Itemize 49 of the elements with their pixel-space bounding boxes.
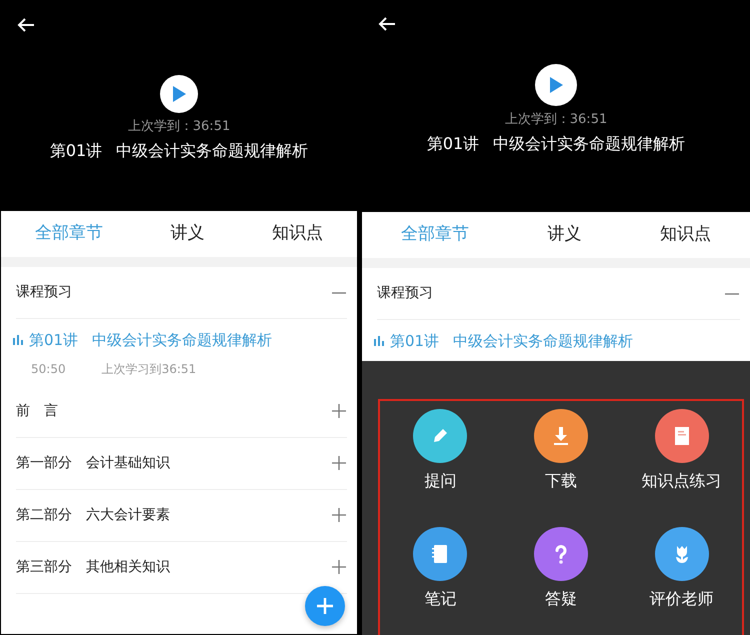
menu-label: 笔记 — [424, 588, 456, 610]
section-title: 其他相关知识 — [86, 558, 170, 576]
tab[interactable]: 讲义 — [160, 217, 214, 251]
menu-item[interactable]: 评价老师 — [621, 526, 742, 610]
expand-icon[interactable] — [331, 559, 347, 575]
section-number: 第一部分 — [16, 454, 72, 472]
plus-icon — [316, 597, 334, 615]
menu-label: 评价老师 — [650, 588, 714, 610]
menu-label: 答疑 — [544, 588, 577, 610]
lesson-title: 中级会计实务命题规律解析 — [92, 330, 272, 351]
menu-item[interactable]: 提问 — [380, 408, 501, 492]
tab[interactable]: 知识点 — [650, 218, 721, 252]
play-icon — [548, 76, 564, 94]
menu-item[interactable]: 答疑 — [500, 526, 622, 610]
menu-item[interactable]: 下载 — [500, 408, 622, 492]
add-button[interactable] — [305, 586, 345, 626]
section-title: 会计基础知识 — [86, 454, 170, 472]
menu-label: 提问 — [424, 470, 456, 492]
menu-label: 下载 — [544, 470, 577, 492]
lesson-title: 中级会计实务命题规律解析 — [453, 331, 634, 352]
back-icon[interactable] — [378, 16, 396, 32]
tab[interactable]: 讲义 — [537, 218, 592, 252]
section-title: 六大会计要素 — [86, 506, 170, 524]
back-icon[interactable] — [17, 17, 35, 33]
menu-item[interactable]: 笔记 — [380, 526, 501, 610]
last-studied-time: 上次学习到36:51 — [102, 360, 196, 378]
play-icon — [171, 85, 187, 103]
section-title: 课程预习 — [16, 283, 72, 302]
section-title: 课程预习 — [377, 284, 433, 303]
play-button[interactable] — [535, 64, 577, 106]
section-number: 第三部分 — [16, 558, 72, 576]
menu-label: 知识点练习 — [642, 470, 722, 492]
lesson-title: 中级会计实务命题规律解析 — [493, 134, 686, 154]
tab[interactable]: 知识点 — [262, 217, 334, 251]
expand-icon[interactable] — [331, 507, 347, 523]
lesson-number: 第01讲 — [426, 134, 480, 154]
section-title: 前 言 — [16, 402, 58, 420]
resume-time: 上次学到：36:51 — [504, 112, 608, 128]
play-button[interactable] — [160, 75, 198, 113]
lesson-number: 第01讲 — [29, 330, 78, 351]
section-number: 第二部分 — [16, 506, 72, 524]
lesson-number: 第01讲 — [50, 141, 102, 161]
expand-icon[interactable] — [331, 455, 347, 471]
lesson-duration: 50:50 — [31, 360, 66, 378]
lesson-title: 中级会计实务命题规律解析 — [116, 141, 308, 161]
resume-time: 上次学到：36:51 — [128, 119, 230, 135]
expand-icon[interactable] — [331, 403, 347, 419]
menu-item[interactable]: 知识点练习 — [621, 408, 742, 492]
lesson-number: 第01讲 — [390, 331, 440, 352]
